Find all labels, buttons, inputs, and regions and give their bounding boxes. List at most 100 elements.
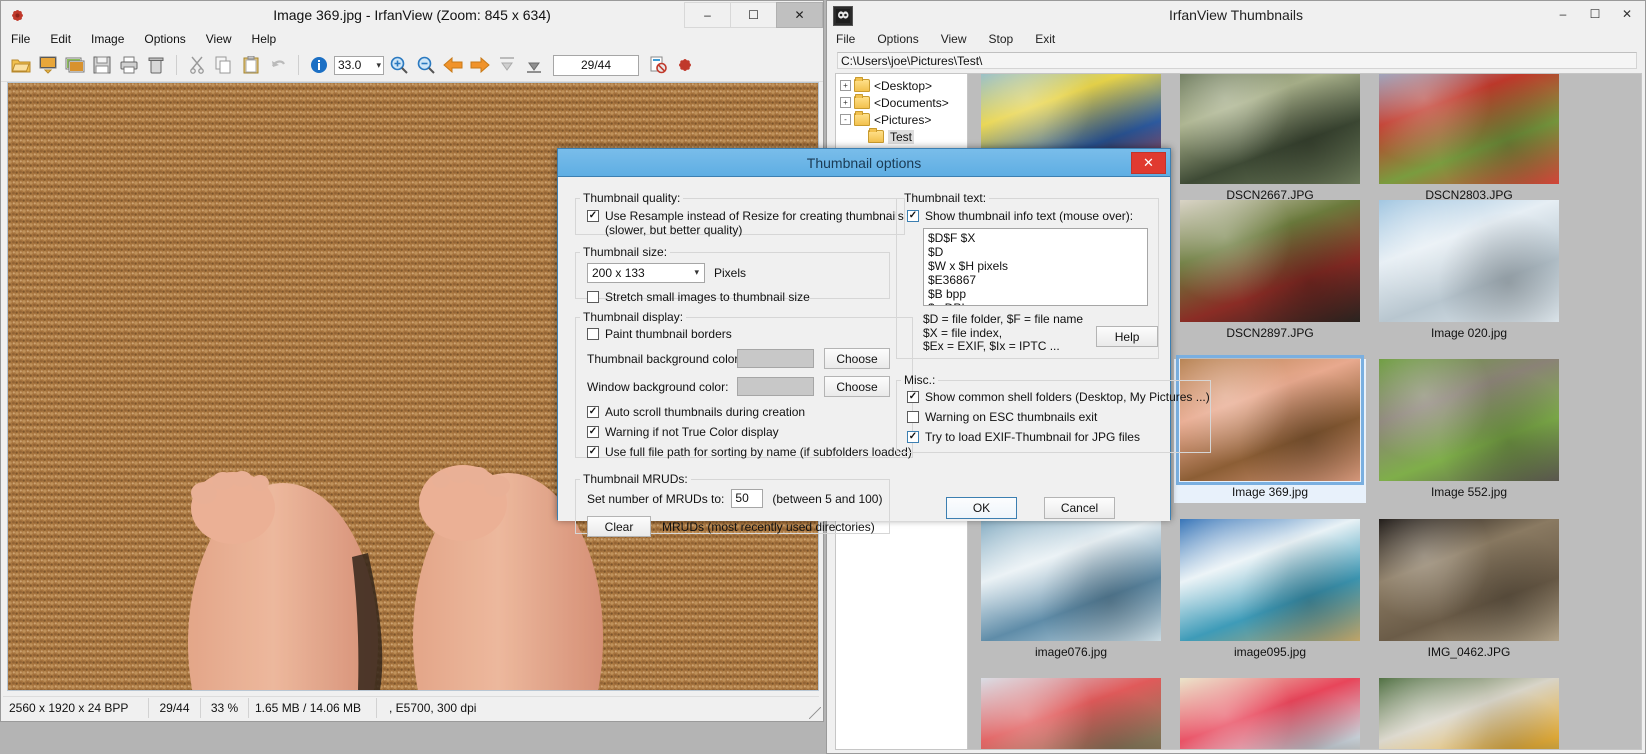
open-thumbnails-icon[interactable] <box>36 53 60 77</box>
thumbnail-bg-color-swatch[interactable] <box>737 349 814 368</box>
chevron-down-icon: ▾ <box>376 60 381 71</box>
status-bar: 2560 x 1920 x 24 BPP 29/44 33 % 1.65 MB … <box>3 696 819 719</box>
thumbnail-item[interactable]: DSCN2803.JPG <box>1373 73 1565 206</box>
stretch-small-images-checkbox[interactable] <box>587 291 599 303</box>
use-full-path-checkbox[interactable]: ✓ <box>587 446 599 458</box>
thumbnail-quality-group: Thumbnail quality: ✓ Use Resample instea… <box>575 191 905 235</box>
thumbnail-item[interactable]: Image 552.jpg <box>1373 359 1565 503</box>
main-menu-options[interactable]: Options <box>144 32 185 46</box>
next-image-icon[interactable] <box>468 53 492 77</box>
thumbnail-image-shading <box>1180 519 1360 641</box>
thumbnail-size-value: 200 x 133 <box>592 266 645 280</box>
window-bg-color-swatch[interactable] <box>737 377 814 396</box>
main-menu-help[interactable]: Help <box>252 32 277 46</box>
main-close-button[interactable]: ✕ <box>776 2 823 28</box>
thumbnail-item[interactable]: IMG_0462.JPG <box>1373 519 1565 663</box>
expand-icon[interactable]: + <box>840 80 851 91</box>
info-icon[interactable] <box>307 53 331 77</box>
thumbnail-image <box>1379 678 1559 750</box>
paste-icon[interactable] <box>239 53 263 77</box>
clear-mruds-button[interactable]: Clear <box>587 516 651 537</box>
thumbnails-menu-exit[interactable]: Exit <box>1032 31 1058 47</box>
slideshow-icon[interactable] <box>63 53 87 77</box>
auto-scroll-checkbox[interactable]: ✓ <box>587 406 599 418</box>
help-icon[interactable] <box>673 53 697 77</box>
thumbnail-item[interactable] <box>975 678 1167 750</box>
thumbnail-mruds-legend: Thumbnail MRUDs: <box>580 472 691 486</box>
previous-image-icon[interactable] <box>441 53 465 77</box>
tree-item[interactable]: +<Documents> <box>836 94 967 111</box>
thumbnails-menu-file[interactable]: File <box>833 31 858 47</box>
collapse-icon[interactable]: - <box>840 114 851 125</box>
resize-grip[interactable] <box>809 707 821 719</box>
thumbnails-menu-options[interactable]: Options <box>874 31 921 47</box>
thumbnails-menu-stop[interactable]: Stop <box>986 31 1017 47</box>
use-resample-checkbox[interactable]: ✓ <box>587 210 599 222</box>
zoom-in-icon[interactable] <box>387 53 411 77</box>
main-menu-edit[interactable]: Edit <box>50 32 71 46</box>
folder-path-field[interactable]: C:\Users\joe\Pictures\Test\ <box>837 52 1637 69</box>
zoom-out-icon[interactable] <box>414 53 438 77</box>
print-icon[interactable] <box>117 53 141 77</box>
warning-truecolor-checkbox[interactable]: ✓ <box>587 426 599 438</box>
thumbnails-menu-view[interactable]: View <box>938 31 970 47</box>
expand-icon[interactable]: + <box>840 97 851 108</box>
tree-item[interactable]: Test <box>836 128 967 145</box>
cut-icon[interactable] <box>185 53 209 77</box>
first-image-icon[interactable] <box>495 53 519 77</box>
exif-thumbnail-label: Try to load EXIF-Thumbnail for JPG files <box>925 430 1140 444</box>
thumbnail-image <box>1379 519 1559 641</box>
thumbnail-size-combo[interactable]: 200 x 133 ▾ <box>587 263 705 283</box>
zoom-combo-value: 33.0 <box>338 58 361 72</box>
zoom-combo[interactable]: 33.0 ▾ <box>334 56 384 75</box>
paint-thumbnail-borders-label: Paint thumbnail borders <box>605 327 732 341</box>
thumbnails-maximize-button[interactable]: ☐ <box>1579 3 1611 25</box>
delete-icon[interactable] <box>144 53 168 77</box>
thumbnail-item[interactable]: image095.jpg <box>1174 519 1366 663</box>
window-bg-color-label: Window background color: <box>587 380 737 394</box>
dialog-title: Thumbnail options <box>558 155 1170 171</box>
tree-item[interactable]: -<Pictures> <box>836 111 967 128</box>
mruds-count-input[interactable]: 50 <box>731 489 763 508</box>
cancel-button[interactable]: Cancel <box>1044 497 1115 519</box>
thumbnail-item[interactable]: DSCN2667.JPG <box>1174 73 1366 206</box>
main-minimize-button[interactable]: – <box>684 2 731 28</box>
dialog-titlebar: Thumbnail options ✕ <box>558 149 1170 177</box>
warning-esc-checkbox[interactable] <box>907 411 919 423</box>
thumbnail-item[interactable]: DSCN2897.JPG <box>1174 200 1366 344</box>
thumbnail-item[interactable] <box>1174 678 1366 750</box>
thumbnail-info-textarea[interactable]: $D$F $X $D $W x $H pixels $E36867 $B bpp… <box>923 228 1148 306</box>
status-filesize: 1.65 MB / 14.06 MB <box>249 698 377 718</box>
show-thumbnail-info-checkbox[interactable]: ✓ <box>907 210 919 222</box>
undo-icon[interactable] <box>266 53 290 77</box>
page-counter[interactable]: 29/44 <box>553 55 639 76</box>
main-menu-file[interactable]: File <box>11 32 30 46</box>
tree-item[interactable]: + <Desktop> <box>836 77 967 94</box>
copy-icon[interactable] <box>212 53 236 77</box>
main-maximize-button[interactable]: ☐ <box>730 2 777 28</box>
use-full-path-label: Use full file path for sorting by name (… <box>605 445 912 459</box>
dialog-close-button[interactable]: ✕ <box>1131 152 1166 174</box>
save-icon[interactable] <box>90 53 114 77</box>
last-image-icon[interactable] <box>522 53 546 77</box>
thumbnail-item[interactable] <box>1373 678 1565 750</box>
thumbnail-text-variables-legend: $D = file folder, $F = file name $X = fi… <box>923 313 1083 354</box>
ok-button[interactable]: OK <box>946 497 1017 519</box>
paint-thumbnail-borders-checkbox[interactable] <box>587 328 599 340</box>
main-menu-view[interactable]: View <box>206 32 232 46</box>
main-menu-image[interactable]: Image <box>91 32 124 46</box>
thumbnail-text-help-button[interactable]: Help <box>1096 326 1158 347</box>
thumbnail-bg-choose-button[interactable]: Choose <box>824 348 890 369</box>
open-icon[interactable] <box>9 53 33 77</box>
thumbnails-minimize-button[interactable]: – <box>1547 3 1579 25</box>
exif-thumbnail-checkbox[interactable]: ✓ <box>907 431 919 443</box>
folder-icon <box>868 130 884 143</box>
tree-item-label: <Desktop> <box>874 79 932 93</box>
thumbnails-window-controls: – ☐ ✕ <box>1547 3 1643 25</box>
thumbnails-close-button[interactable]: ✕ <box>1611 3 1643 25</box>
thumbnail-item[interactable]: Image 020.jpg <box>1373 200 1565 344</box>
exif-icon[interactable] <box>646 53 670 77</box>
window-bg-choose-button[interactable]: Choose <box>824 376 890 397</box>
thumbnail-item[interactable]: image076.jpg <box>975 519 1167 663</box>
show-shell-folders-checkbox[interactable]: ✓ <box>907 391 919 403</box>
